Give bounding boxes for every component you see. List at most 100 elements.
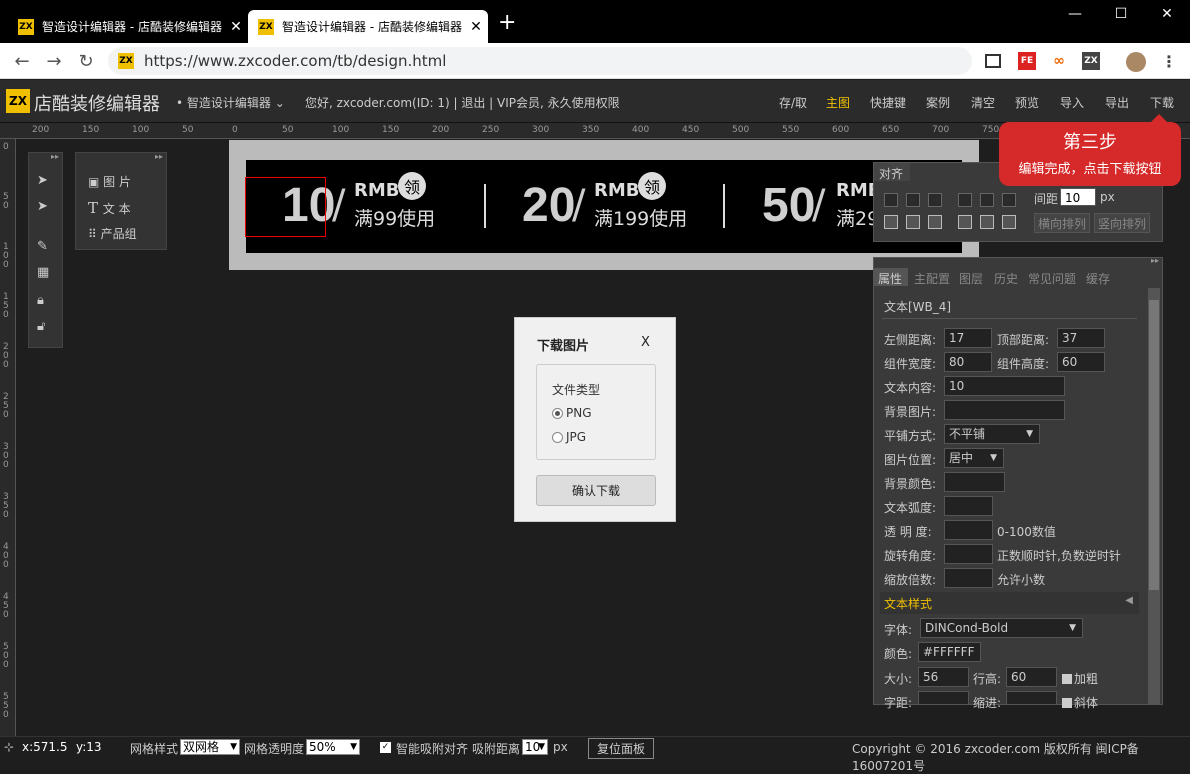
extension-zx-icon[interactable]: ZX: [1082, 52, 1100, 70]
arc-input[interactable]: [944, 496, 993, 516]
bold-checkbox[interactable]: 加粗: [1062, 670, 1098, 687]
lock-icon[interactable]: 🔒︎: [37, 293, 44, 308]
close-icon[interactable]: ✕: [464, 19, 488, 35]
window-close-icon[interactable]: ✕: [1144, 6, 1190, 22]
ruler-tool-icon[interactable]: ✎: [37, 239, 48, 254]
distribute-right-icon[interactable]: [928, 215, 942, 229]
grid-opacity-select[interactable]: 50%: [306, 739, 360, 755]
distribute-middle-icon[interactable]: [980, 215, 994, 229]
coupon-condition[interactable]: 满99使用: [354, 204, 435, 231]
radio-jpg[interactable]: JPG: [552, 430, 586, 444]
grid-icon[interactable]: ▦: [37, 265, 49, 280]
scrollbar-thumb[interactable]: [1149, 300, 1159, 590]
distribute-top-icon[interactable]: [958, 215, 972, 229]
grid-style-select[interactable]: 双网格: [180, 739, 240, 755]
distribute-bottom-icon[interactable]: [1002, 215, 1016, 229]
align-bottom-icon[interactable]: [1002, 193, 1016, 207]
tab-history[interactable]: 历史: [994, 270, 1018, 287]
editor-selector[interactable]: • 智造设计编辑器 ⌄: [176, 94, 285, 111]
collapse-icon[interactable]: ▸▸: [155, 152, 163, 161]
confirm-download-button[interactable]: 确认下载: [536, 475, 656, 506]
indent-input[interactable]: [1006, 691, 1057, 705]
browser-tab-1[interactable]: ZX 智造设计编辑器 - 店酷装修编辑器 ✕: [8, 10, 248, 43]
bg-image-input[interactable]: [944, 400, 1065, 420]
avatar[interactable]: [1126, 52, 1146, 72]
screenshot-icon[interactable]: [985, 54, 1001, 68]
section-toggle-icon[interactable]: ◀: [1125, 595, 1133, 606]
menu-shortcuts[interactable]: 快捷键: [870, 94, 906, 111]
extension-infinity-icon[interactable]: ∞: [1050, 52, 1068, 70]
snap-checkbox[interactable]: ✓: [380, 742, 391, 753]
dialog-close-button[interactable]: X: [641, 335, 650, 350]
content-input[interactable]: 10: [944, 376, 1065, 396]
bg-color-input[interactable]: [944, 472, 1005, 492]
align-center-h-icon[interactable]: [906, 193, 920, 207]
coupon-condition[interactable]: 满199使用: [594, 204, 687, 231]
coupon-amount[interactable]: 50: [762, 178, 815, 233]
select-icon[interactable]: ➤: [37, 199, 48, 214]
collapse-icon[interactable]: ▸▸: [51, 152, 59, 161]
align-center-v-icon[interactable]: [980, 193, 994, 207]
coupon-badge[interactable]: 领: [398, 172, 426, 200]
distribute-left-icon[interactable]: [884, 215, 898, 229]
pointer-icon[interactable]: ➤: [37, 173, 48, 188]
unlock-icon[interactable]: 🔓︎: [37, 319, 45, 334]
width-input[interactable]: 80: [944, 352, 992, 372]
tab-properties[interactable]: 属性: [874, 268, 908, 286]
top-distance-input[interactable]: 37: [1057, 328, 1105, 348]
align-left-icon[interactable]: [884, 193, 898, 207]
height-input[interactable]: 60: [1057, 352, 1105, 372]
horizontal-arrange-button[interactable]: 横向排列: [1034, 213, 1090, 233]
minimize-icon[interactable]: —: [1052, 6, 1098, 22]
close-icon[interactable]: ✕: [224, 19, 248, 35]
color-input[interactable]: #FFFFFF: [918, 642, 981, 662]
menu-clear[interactable]: 清空: [971, 94, 995, 111]
align-top-icon[interactable]: [958, 193, 972, 207]
extension-fe-icon[interactable]: FE: [1018, 52, 1036, 70]
align-right-icon[interactable]: [928, 193, 942, 207]
tab-faq[interactable]: 常见问题: [1028, 270, 1076, 287]
menu-import[interactable]: 导入: [1060, 94, 1084, 111]
tab-main-config[interactable]: 主配置: [914, 270, 950, 287]
component-text[interactable]: T 文 本: [88, 199, 131, 217]
component-product-group[interactable]: ⠿ 产品组: [88, 225, 137, 242]
letter-spacing-input[interactable]: [918, 691, 969, 705]
maximize-icon[interactable]: ☐: [1098, 6, 1144, 22]
menu-export[interactable]: 导出: [1105, 94, 1129, 111]
font-select[interactable]: DINCond-Bold: [920, 618, 1083, 638]
tab-layers[interactable]: 图层: [959, 270, 983, 287]
menu-preview[interactable]: 预览: [1015, 94, 1039, 111]
radio-png[interactable]: PNG: [552, 406, 592, 420]
browser-tab-2[interactable]: ZX 智造设计编辑器 - 店酷装修编辑器 ✕: [248, 10, 488, 43]
selection-box[interactable]: [245, 177, 326, 237]
menu-save-load[interactable]: 存/取: [779, 94, 807, 111]
reload-icon[interactable]: ↻: [74, 51, 98, 72]
menu-download[interactable]: 下载: [1150, 94, 1174, 111]
coupon-currency[interactable]: RMB: [354, 180, 400, 201]
new-tab-button[interactable]: +: [498, 12, 516, 34]
italic-checkbox[interactable]: 斜体: [1062, 694, 1098, 711]
menu-cases[interactable]: 案例: [926, 94, 950, 111]
reset-panel-button[interactable]: 复位面板: [588, 738, 655, 759]
menu-main-image[interactable]: 主图: [826, 94, 850, 111]
back-icon[interactable]: ←: [10, 51, 34, 72]
coupon-banner[interactable]: 10 / RMB 领 满99使用 20 / RMB 领 满199使用 50 / …: [246, 160, 962, 253]
component-image[interactable]: ▣ 图 片: [88, 173, 131, 190]
coupon-badge[interactable]: 领: [638, 172, 666, 200]
more-menu-icon[interactable]: ⋮: [1160, 52, 1178, 71]
spacing-input[interactable]: 10: [1060, 188, 1096, 206]
opacity-input[interactable]: [944, 520, 993, 540]
tile-select[interactable]: 不平铺: [944, 424, 1040, 444]
left-distance-input[interactable]: 17: [944, 328, 992, 348]
snap-distance-input[interactable]: 10: [522, 739, 548, 755]
coupon-currency[interactable]: RMB: [594, 180, 640, 201]
tab-cache[interactable]: 缓存: [1086, 270, 1110, 287]
forward-icon[interactable]: →: [42, 51, 66, 72]
size-input[interactable]: 56: [918, 667, 969, 687]
url-input[interactable]: ZX https://www.zxcoder.com/tb/design.htm…: [108, 47, 972, 75]
scrollbar[interactable]: [1148, 288, 1160, 704]
distribute-center-icon[interactable]: [906, 215, 920, 229]
vertical-arrange-button[interactable]: 竖向排列: [1094, 213, 1150, 233]
scale-input[interactable]: [944, 568, 993, 588]
collapse-icon[interactable]: ▸▸: [1151, 256, 1159, 265]
